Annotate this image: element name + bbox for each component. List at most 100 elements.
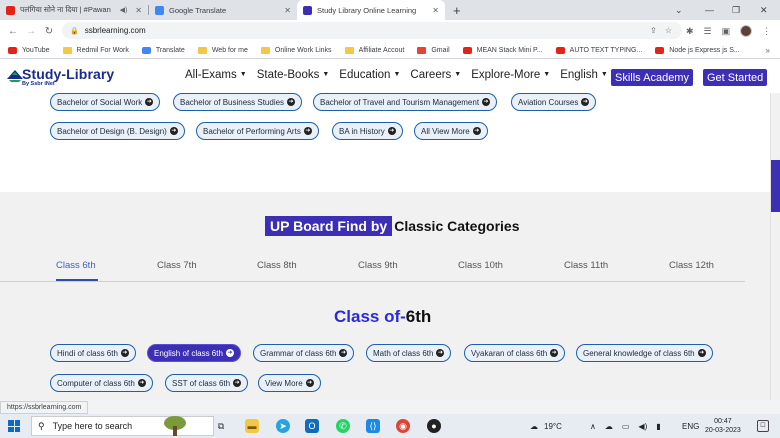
browser-tab-translate[interactable]: Google Translate ✕ (149, 0, 297, 20)
close-icon[interactable]: ✕ (284, 6, 291, 15)
bookmark-star-icon[interactable]: ☆ (665, 26, 672, 35)
page-scrollbar-thumb[interactable] (771, 160, 780, 212)
whatsapp-icon[interactable]: ✆ (336, 419, 350, 433)
close-icon[interactable]: ✕ (135, 6, 142, 15)
language-indicator[interactable]: ENG (682, 414, 699, 438)
weather-widget[interactable]: ☁ 19°C (530, 414, 562, 438)
active-tab-underline (56, 279, 98, 281)
tab-class-8th[interactable]: Class 8th (257, 260, 297, 271)
view-more-pill[interactable]: View More ➜ (258, 374, 321, 392)
class-tabs: Class 6th Class 7th Class 8th Class 9th … (0, 255, 745, 282)
reading-list-icon[interactable]: ☰ (704, 26, 712, 37)
notification-icon[interactable]: ☐ (757, 420, 769, 432)
forward-icon[interactable]: → (22, 26, 40, 37)
bookmark-web-for-me[interactable]: Web for me (197, 46, 248, 54)
vscode-icon[interactable]: ⟨⟩ (366, 419, 380, 433)
reload-icon[interactable]: ↻ (40, 26, 58, 37)
bookmark-label: Node js Express js S... (669, 46, 740, 54)
extensions-icon[interactable]: ✱ (686, 26, 694, 37)
arrow-right-icon: ➜ (387, 127, 396, 135)
site-logo[interactable]: Study-Library By Ssbr iNet (6, 66, 136, 88)
bookmark-youtube[interactable]: YouTube (8, 46, 50, 54)
windows-start-icon[interactable] (8, 420, 20, 432)
bookmark-mean-stack[interactable]: MEAN Stack Mini P... (462, 46, 543, 54)
nav-state-books[interactable]: State-Books ▼ (257, 69, 330, 81)
browser-tab-youtube[interactable]: पलंगिया सोने ना दिया | #Pawan ◀) ✕ (0, 0, 148, 20)
bookmark-redmil[interactable]: Redmil For Work (62, 46, 129, 54)
course-pill[interactable]: Bachelor of Design (B. Design) ➜ (50, 122, 185, 140)
course-pill[interactable]: Bachelor of Social Work ➜ (50, 93, 161, 111)
battery-icon[interactable]: ▮ (656, 422, 660, 431)
subject-pill[interactable]: Vyakaran of class 6th ➜ (464, 344, 566, 362)
tab-class-11th[interactable]: Class 11th (564, 260, 608, 271)
bookmarks-overflow-icon[interactable]: » (766, 46, 770, 55)
subject-pill[interactable]: Computer of class 6th ➜ (50, 374, 153, 392)
lock-icon[interactable]: 🔒 (70, 27, 79, 35)
menu-icon[interactable]: ⋮ (762, 26, 771, 37)
tab-search-icon[interactable]: ⌄ (675, 0, 683, 20)
course-pill[interactable]: Bachelor of Performing Arts ➜ (196, 122, 319, 140)
bookmark-affiliate[interactable]: Affiliate Accout (344, 46, 404, 54)
tab-class-10th[interactable]: Class 10th (458, 260, 503, 271)
bookmark-auto-text[interactable]: AUTO TEXT TYPING... (555, 46, 642, 54)
bookmark-gmail[interactable]: Gmail (417, 46, 450, 54)
task-view-icon[interactable]: ⧉ (214, 419, 228, 433)
get-started-button[interactable]: Get Started (703, 69, 768, 86)
bookmark-node-js[interactable]: Node js Express js S... (655, 46, 740, 54)
new-tab-button[interactable]: + (445, 0, 469, 20)
address-bar[interactable]: 🔒 ssbrlearning.com ⇪ ☆ (62, 22, 682, 39)
subject-pill[interactable]: SST of class 6th ➜ (165, 374, 249, 392)
close-window-icon[interactable]: ✕ (760, 0, 768, 20)
network-icon[interactable]: ▭ (622, 422, 630, 431)
course-pill[interactable]: Bachelor of Travel and Tourism Managemen… (313, 93, 498, 111)
cloud-sync-icon[interactable]: ☁ (605, 422, 613, 431)
file-explorer-icon[interactable]: ▬ (245, 419, 259, 433)
chevron-up-icon[interactable]: ∧ (590, 422, 596, 431)
subject-pill[interactable]: Hindi of class 6th ➜ (50, 344, 136, 362)
nav-education[interactable]: Education ▼ (339, 69, 400, 81)
tab-label: पलंगिया सोने ना दिया | #Pawan (20, 5, 111, 14)
folder-icon (197, 46, 207, 54)
course-pill[interactable]: Aviation Courses ➜ (511, 93, 597, 111)
tab-class-7th[interactable]: Class 7th (157, 260, 197, 271)
nav-careers[interactable]: Careers ▼ (410, 69, 461, 81)
tab-class-6th[interactable]: Class 6th (56, 260, 96, 271)
subject-pill[interactable]: Math of class 6th ➜ (366, 344, 452, 362)
subject-pill[interactable]: General knowledge of class 6th ➜ (576, 344, 713, 362)
speaker-icon[interactable]: ◀) (120, 6, 128, 14)
obs-icon[interactable]: ● (427, 419, 441, 433)
tab-class-9th[interactable]: Class 9th (358, 260, 398, 271)
translate-icon (141, 46, 151, 54)
share-icon[interactable]: ⇪ (650, 26, 657, 35)
volume-icon[interactable]: ◀) (638, 422, 647, 431)
subject-pill[interactable]: Grammar of class 6th ➜ (253, 344, 355, 362)
browser-tab-study-library[interactable]: Study Library Online Learning ✕ (297, 0, 445, 20)
skills-academy-button[interactable]: Skills Academy (611, 69, 693, 86)
folder-icon (260, 46, 270, 54)
course-pill[interactable]: BA in History ➜ (332, 122, 403, 140)
status-url-bubble: https://ssbrlearning.com (0, 401, 89, 414)
bookmarks-bar: YouTube Redmil For Work Translate Web fo… (0, 42, 780, 59)
course-pill[interactable]: Bachelor of Business Studies ➜ (173, 93, 303, 111)
outlook-icon[interactable]: O (305, 419, 319, 433)
nav-all-exams[interactable]: All-Exams ▼ (185, 69, 247, 81)
subject-pill-active[interactable]: English of class 6th ➜ (147, 344, 241, 362)
arrow-right-icon: ➜ (305, 379, 314, 387)
maximize-icon[interactable]: ❐ (732, 0, 740, 20)
close-icon[interactable]: ✕ (432, 6, 439, 15)
page-scrollbar-track[interactable] (770, 93, 780, 400)
telegram-icon[interactable]: ➤ (276, 419, 290, 433)
bookmark-online-work[interactable]: Online Work Links (260, 46, 332, 54)
side-panel-icon[interactable]: ▣ (722, 26, 731, 37)
view-more-pill[interactable]: All View More ➜ (414, 122, 488, 140)
nav-language[interactable]: English ▼ (560, 69, 608, 81)
profile-avatar[interactable] (740, 25, 753, 37)
taskbar-clock[interactable]: 00:47 20-03-2023 (705, 417, 741, 435)
back-icon[interactable]: ← (4, 26, 22, 37)
chrome-icon[interactable]: ◉ (396, 419, 410, 433)
minimize-icon[interactable]: — (705, 0, 714, 20)
bookmark-translate[interactable]: Translate (141, 46, 185, 54)
bookmark-label: Online Work Links (274, 46, 332, 54)
tab-class-12th[interactable]: Class 12th (669, 260, 714, 271)
nav-explore-more[interactable]: Explore-More ▼ (471, 69, 550, 81)
